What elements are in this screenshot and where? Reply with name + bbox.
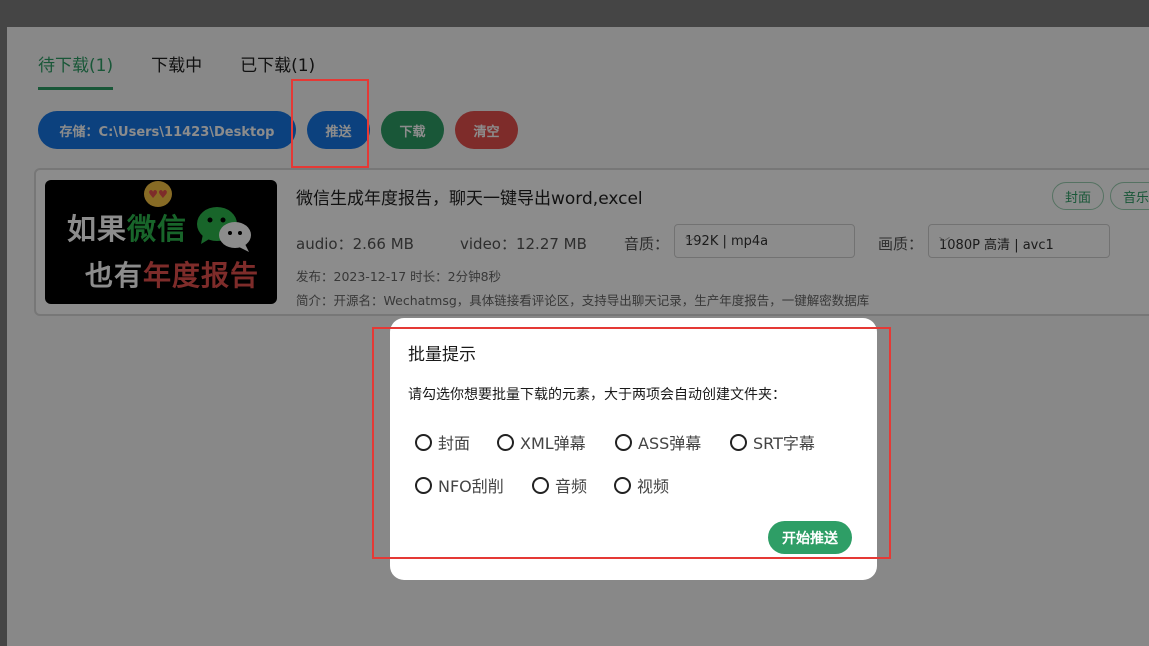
option-xml-danmaku[interactable]: XML弹幕: [497, 430, 586, 454]
option-cover[interactable]: 封面: [415, 430, 470, 454]
option-label: 视频: [637, 477, 670, 496]
option-audio[interactable]: 音频: [532, 473, 587, 497]
option-nfo[interactable]: NFO刮削: [415, 473, 504, 497]
radio-circle-icon[interactable]: [614, 476, 631, 494]
radio-circle-icon[interactable]: [415, 476, 432, 494]
option-srt-subtitle[interactable]: SRT字幕: [730, 430, 815, 454]
option-label: 音频: [555, 477, 588, 496]
radio-circle-icon[interactable]: [730, 433, 747, 451]
dialog-description: 请勾选你想要批量下载的元素，大于两项会自动创建文件夹：: [408, 387, 786, 403]
dialog-title: 批量提示: [408, 345, 476, 365]
radio-circle-icon[interactable]: [532, 476, 549, 494]
batch-dialog: 批量提示 请勾选你想要批量下载的元素，大于两项会自动创建文件夹： 封面 XML弹…: [390, 318, 877, 580]
option-label: SRT字幕: [753, 434, 815, 453]
option-label: ASS弹幕: [638, 434, 702, 453]
radio-circle-icon[interactable]: [415, 433, 432, 451]
option-label: XML弹幕: [520, 434, 586, 453]
start-push-button[interactable]: 开始推送: [768, 521, 852, 554]
option-label: 封面: [438, 434, 471, 453]
option-label: NFO刮削: [438, 477, 504, 496]
option-ass-danmaku[interactable]: ASS弹幕: [615, 430, 701, 454]
option-video[interactable]: 视频: [614, 473, 669, 497]
radio-circle-icon[interactable]: [497, 433, 514, 451]
radio-circle-icon[interactable]: [615, 433, 632, 451]
